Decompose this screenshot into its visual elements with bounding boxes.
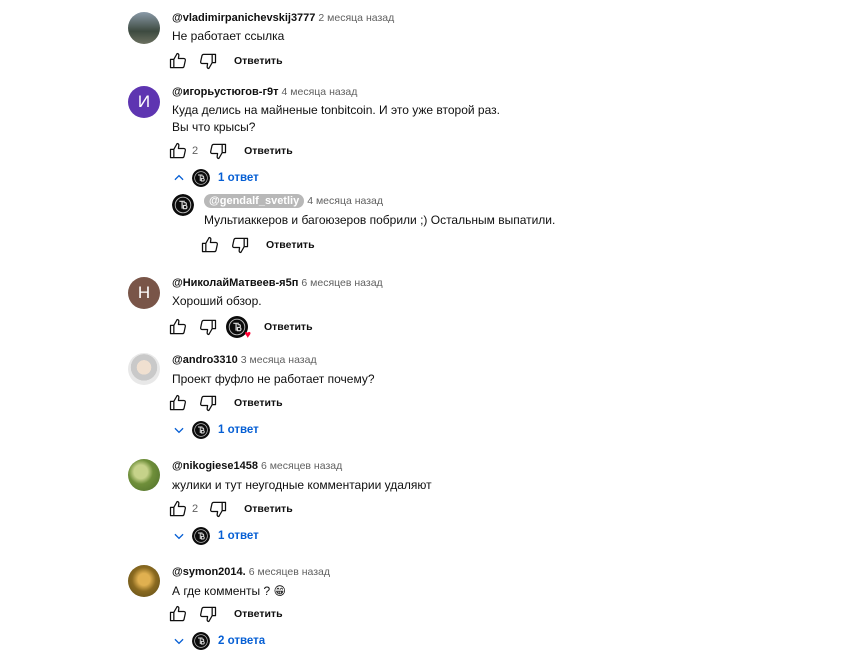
comment-text: А где комменты ? 😁	[172, 584, 287, 598]
comment-author[interactable]: @игорьустюгов-г9т	[172, 86, 279, 98]
avatar[interactable]	[128, 459, 160, 491]
like-count: 2	[192, 145, 199, 157]
like-count: 2	[192, 503, 199, 515]
reply-button[interactable]: Ответить	[266, 239, 315, 251]
channel-avatar-icon	[192, 169, 210, 187]
dislike-icon[interactable]	[208, 141, 228, 161]
comment-author[interactable]: @vladimirpanichevskij3777	[172, 12, 315, 24]
comment-author[interactable]: @НиколайМатвеев-я5п	[172, 277, 298, 289]
comment-text: Не работает ссылка	[172, 29, 285, 43]
dislike-icon[interactable]	[208, 499, 228, 519]
creator-heart: ♥	[226, 316, 251, 341]
comment-actions: Ответить	[168, 604, 283, 624]
reply-actions: Ответить	[200, 235, 315, 255]
comment-text: Вы что крысы?	[172, 120, 256, 134]
comment-time[interactable]: 6 месяцев назад	[249, 566, 330, 578]
reply-button[interactable]: Ответить	[264, 321, 313, 333]
like-icon[interactable]	[168, 499, 188, 519]
comment-text: Проект фуфло не работает почему?	[172, 372, 375, 386]
like-icon[interactable]	[168, 141, 188, 161]
comment-time[interactable]: 2 месяца назад	[318, 12, 394, 24]
replies-count: 1 ответ	[218, 530, 259, 542]
avatar[interactable]	[128, 565, 160, 597]
heart-icon: ♥	[244, 329, 251, 341]
channel-avatar-icon	[192, 527, 210, 545]
replies-count: 1 ответ	[218, 172, 259, 184]
chevron-down-icon	[172, 634, 186, 648]
channel-avatar-icon	[192, 421, 210, 439]
comment-time[interactable]: 6 месяцев назад	[261, 460, 342, 472]
like-icon[interactable]	[168, 393, 188, 413]
comment-text: Хороший обзор.	[172, 294, 262, 308]
chevron-down-icon	[172, 423, 186, 437]
avatar[interactable]	[128, 12, 160, 44]
replies-toggle[interactable]: 1 ответ	[172, 526, 259, 546]
reply-author-badge[interactable]: @gendalf_svetliy	[204, 194, 305, 208]
channel-avatar-icon	[192, 632, 210, 650]
replies-toggle[interactable]: 1 ответ	[172, 168, 259, 188]
dislike-icon[interactable]	[198, 317, 218, 337]
comment-time[interactable]: 3 месяца назад	[241, 354, 317, 366]
reply-button[interactable]: Ответить	[234, 397, 283, 409]
comment-time[interactable]: 4 месяца назад	[282, 86, 358, 98]
comment-actions: Ответить	[168, 393, 283, 413]
comment-time[interactable]: 6 месяцев назад	[301, 277, 382, 289]
comment-actions: Ответить	[168, 51, 283, 71]
reply-button[interactable]: Ответить	[234, 608, 283, 620]
avatar[interactable]: Н	[128, 277, 160, 309]
comment-actions: ♥ Ответить	[168, 316, 313, 341]
dislike-icon[interactable]	[198, 604, 218, 624]
reply-button[interactable]: Ответить	[244, 145, 293, 157]
channel-avatar-icon[interactable]	[172, 194, 194, 216]
chevron-down-icon	[172, 529, 186, 543]
comment-author[interactable]: @symon2014.	[172, 566, 246, 578]
comment-actions: 2 Ответить	[168, 499, 293, 519]
replies-toggle[interactable]: 2 ответа	[172, 631, 265, 651]
avatar[interactable]: И	[128, 86, 160, 118]
like-icon[interactable]	[168, 604, 188, 624]
avatar-letter: Н	[137, 283, 151, 302]
reply-button[interactable]: Ответить	[244, 503, 293, 515]
reply-button[interactable]: Ответить	[234, 55, 283, 67]
avatar[interactable]	[128, 353, 160, 385]
chevron-up-icon	[172, 171, 186, 185]
comment-text: Куда делись на майненые tonbitcoin. И эт…	[172, 103, 500, 117]
replies-toggle[interactable]: 1 ответ	[172, 420, 259, 440]
replies-count: 2 ответа	[218, 635, 266, 647]
like-icon[interactable]	[200, 235, 220, 255]
dislike-icon[interactable]	[230, 235, 250, 255]
reply-text: Мультиаккеров и багоюзеров побрили ;) Ос…	[204, 213, 556, 227]
dislike-icon[interactable]	[198, 51, 218, 71]
like-icon[interactable]	[168, 51, 188, 71]
reply-time[interactable]: 4 месяца назад	[307, 195, 383, 207]
comment-author[interactable]: @nikogiese1458	[172, 460, 258, 472]
comment-text: жулики и тут неугодные комментарии удаля…	[172, 478, 432, 492]
comment-actions: 2 Ответить	[168, 141, 293, 161]
comment-author[interactable]: @andro3310	[172, 354, 238, 366]
dislike-icon[interactable]	[198, 393, 218, 413]
like-icon[interactable]	[168, 317, 188, 337]
avatar-letter: И	[137, 92, 151, 111]
replies-count: 1 ответ	[218, 424, 259, 436]
